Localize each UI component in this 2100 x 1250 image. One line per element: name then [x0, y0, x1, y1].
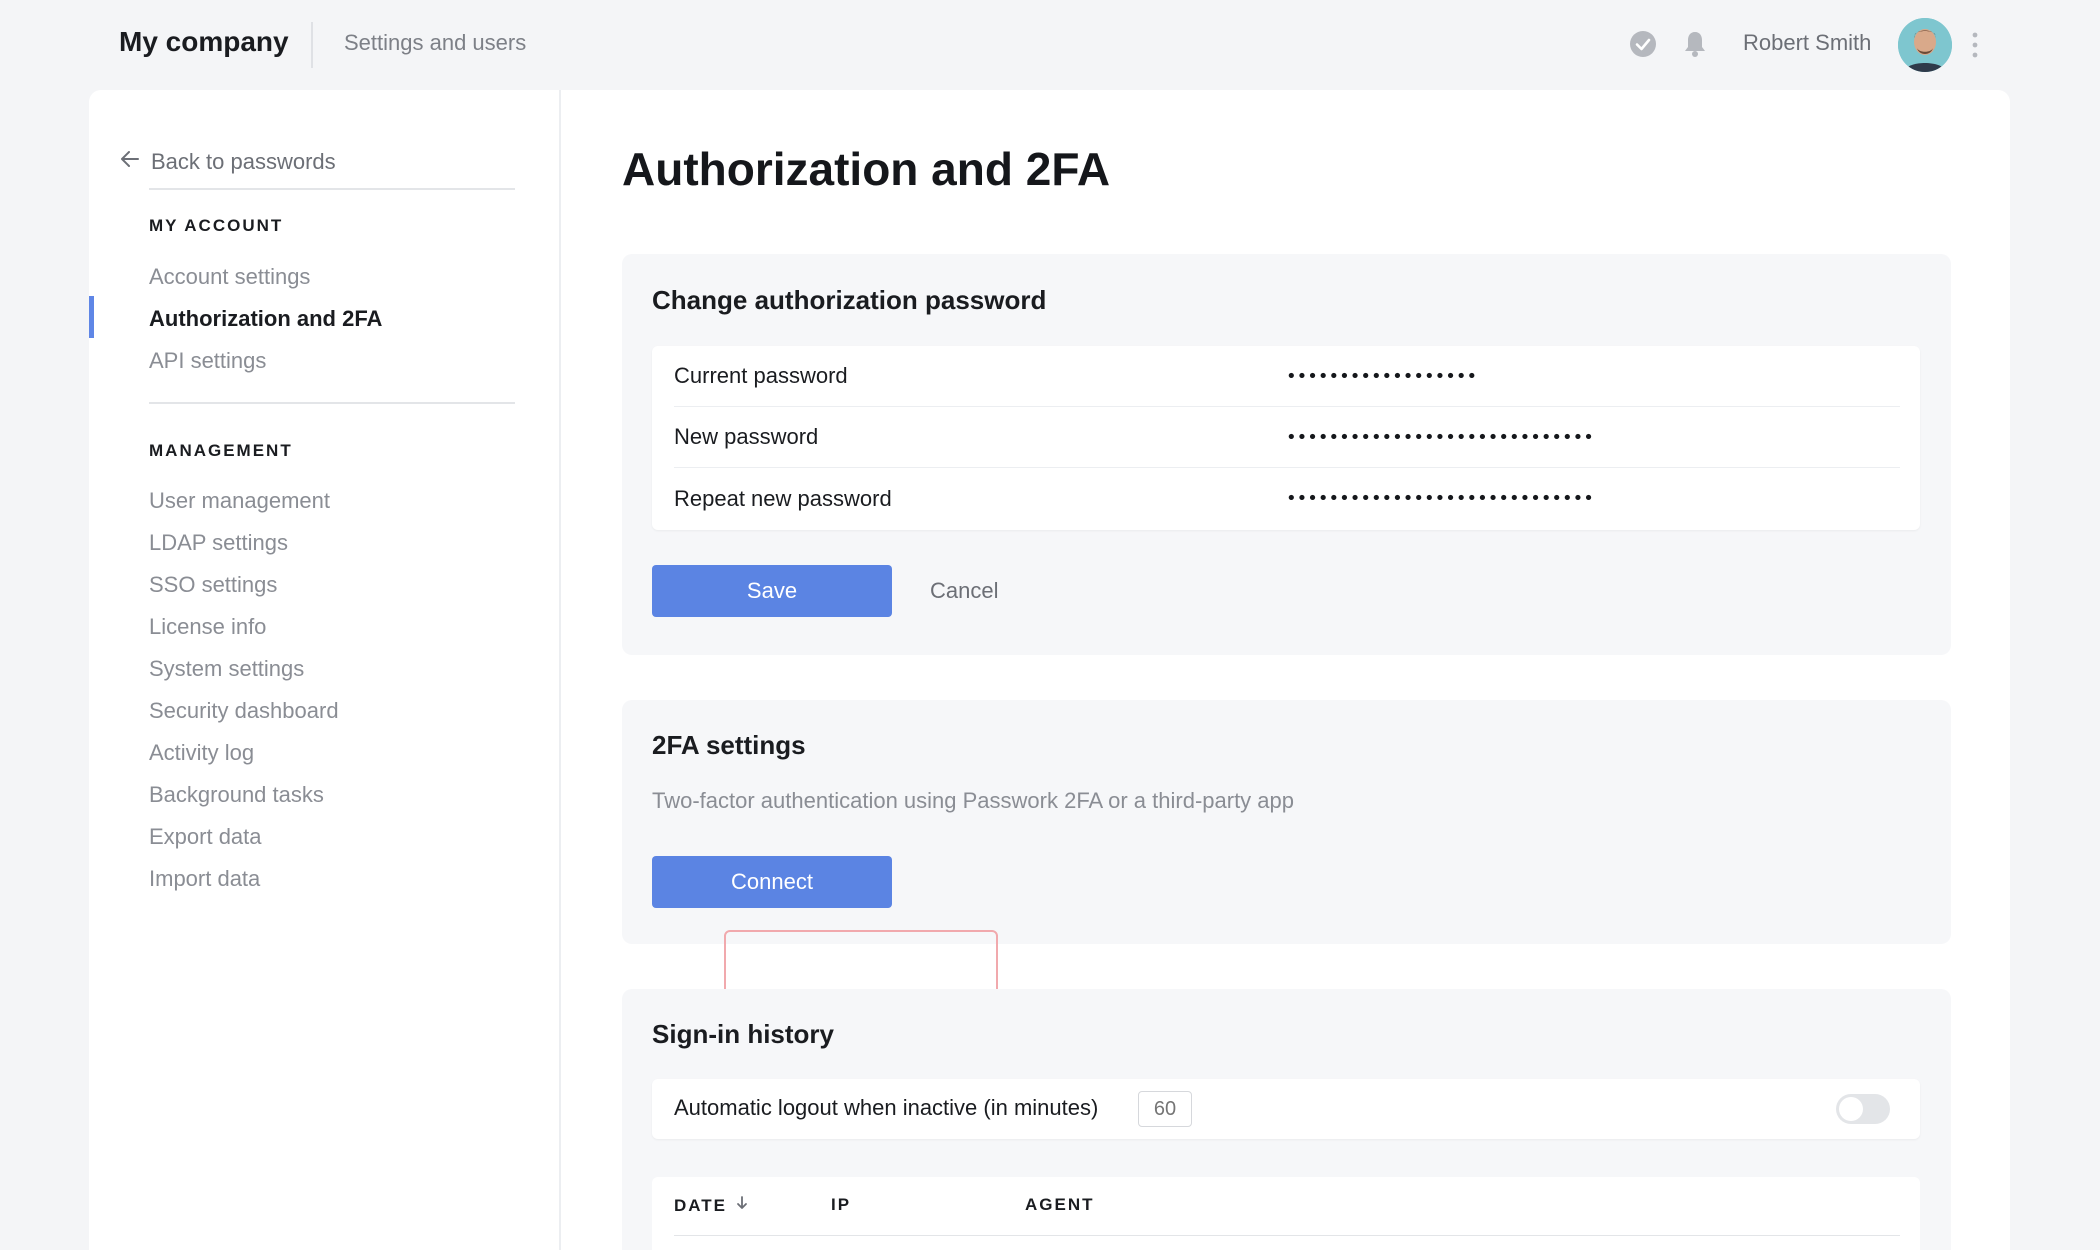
- panel-title: Sign-in history: [652, 1019, 834, 1049]
- kebab-menu-icon[interactable]: [1965, 30, 1985, 60]
- twofa-description: Two-factor authentication using Passwork…: [652, 788, 1294, 813]
- sidebar-item-sso-settings[interactable]: SSO settings: [149, 572, 277, 598]
- save-button[interactable]: Save: [652, 565, 892, 617]
- column-header-date[interactable]: DATE: [674, 1195, 749, 1216]
- sidebar-divider: [149, 402, 515, 404]
- sidebar-item-system-settings[interactable]: System settings: [149, 656, 304, 682]
- my-account-heading: MY ACCOUNT: [149, 216, 284, 235]
- column-label: DATE: [674, 1195, 728, 1215]
- sidebar-item-license-info[interactable]: License info: [149, 614, 266, 640]
- column-label: AGENT: [1025, 1195, 1095, 1214]
- sidebar-item-background-tasks[interactable]: Background tasks: [149, 782, 324, 808]
- repeat-password-field[interactable]: [1286, 488, 1846, 509]
- signin-history-table: DATE IP AGENT: [652, 1177, 1920, 1250]
- panel-title: 2FA settings: [652, 730, 806, 760]
- signin-history-panel: Sign-in history Automatic logout when in…: [622, 989, 1951, 1250]
- auto-logout-label: Automatic logout when inactive (in minut…: [674, 1095, 1099, 1120]
- sidebar-item-api-settings[interactable]: API settings: [149, 348, 266, 374]
- logout-minutes-input[interactable]: [1138, 1091, 1192, 1127]
- auto-logout-row: Automatic logout when inactive (in minut…: [652, 1079, 1920, 1139]
- back-to-passwords-link[interactable]: Back to passwords: [119, 148, 336, 176]
- header-divider: [311, 22, 313, 68]
- sidebar: Back to passwords MY ACCOUNT Account set…: [89, 90, 561, 1250]
- change-password-panel: Change authorization password Current pa…: [622, 254, 1951, 655]
- twofa-panel: 2FA settings Two-factor authentication u…: [622, 700, 1951, 944]
- sidebar-divider: [149, 188, 515, 190]
- table-header-divider: [674, 1235, 1900, 1236]
- toggle-knob: [1839, 1097, 1863, 1121]
- top-bar: My company Settings and users Robert Smi…: [0, 0, 2100, 90]
- settings-card: Back to passwords MY ACCOUNT Account set…: [89, 90, 2010, 1250]
- sidebar-item-activity-log[interactable]: Activity log: [149, 740, 254, 766]
- sidebar-item-security-dashboard[interactable]: Security dashboard: [149, 698, 339, 724]
- sidebar-item-account-settings[interactable]: Account settings: [149, 264, 310, 290]
- repeat-password-row: Repeat new password: [674, 468, 1900, 529]
- sidebar-item-import-data[interactable]: Import data: [149, 866, 260, 892]
- sidebar-item-export-data[interactable]: Export data: [149, 824, 262, 850]
- column-header-ip[interactable]: IP: [831, 1195, 851, 1215]
- avatar[interactable]: [1898, 18, 1952, 72]
- management-heading: MANAGEMENT: [149, 441, 293, 460]
- sidebar-item-authorization-2fa[interactable]: Authorization and 2FA: [149, 306, 382, 332]
- company-name[interactable]: My company: [119, 26, 289, 58]
- field-label: Repeat new password: [674, 485, 892, 511]
- sort-down-icon: [735, 1195, 749, 1216]
- current-password-field[interactable]: [1286, 365, 1846, 387]
- user-name[interactable]: Robert Smith: [1743, 30, 1871, 56]
- auto-logout-toggle[interactable]: [1836, 1094, 1890, 1124]
- new-password-field[interactable]: [1286, 426, 1846, 448]
- check-circle-icon[interactable]: [1628, 29, 1658, 59]
- field-label: Current password: [674, 363, 848, 388]
- cancel-button[interactable]: Cancel: [930, 578, 998, 604]
- back-link-label: Back to passwords: [151, 149, 336, 174]
- bell-icon[interactable]: [1680, 29, 1710, 59]
- arrow-left-icon: [119, 148, 151, 176]
- password-fields: Current password New password Repeat new…: [652, 346, 1920, 530]
- section-title: Settings and users: [344, 30, 527, 55]
- sidebar-item-ldap-settings[interactable]: LDAP settings: [149, 530, 288, 556]
- field-label: New password: [674, 424, 819, 449]
- active-item-marker: [89, 296, 94, 338]
- panel-title: Change authorization password: [652, 285, 1047, 315]
- connect-button[interactable]: Connect: [652, 856, 892, 908]
- column-label: IP: [831, 1195, 852, 1214]
- page-title: Authorization and 2FA: [622, 143, 1111, 195]
- sidebar-item-user-management[interactable]: User management: [149, 488, 330, 514]
- column-header-agent[interactable]: AGENT: [1025, 1195, 1095, 1215]
- new-password-row: New password: [674, 407, 1900, 468]
- current-password-row: Current password: [674, 346, 1900, 407]
